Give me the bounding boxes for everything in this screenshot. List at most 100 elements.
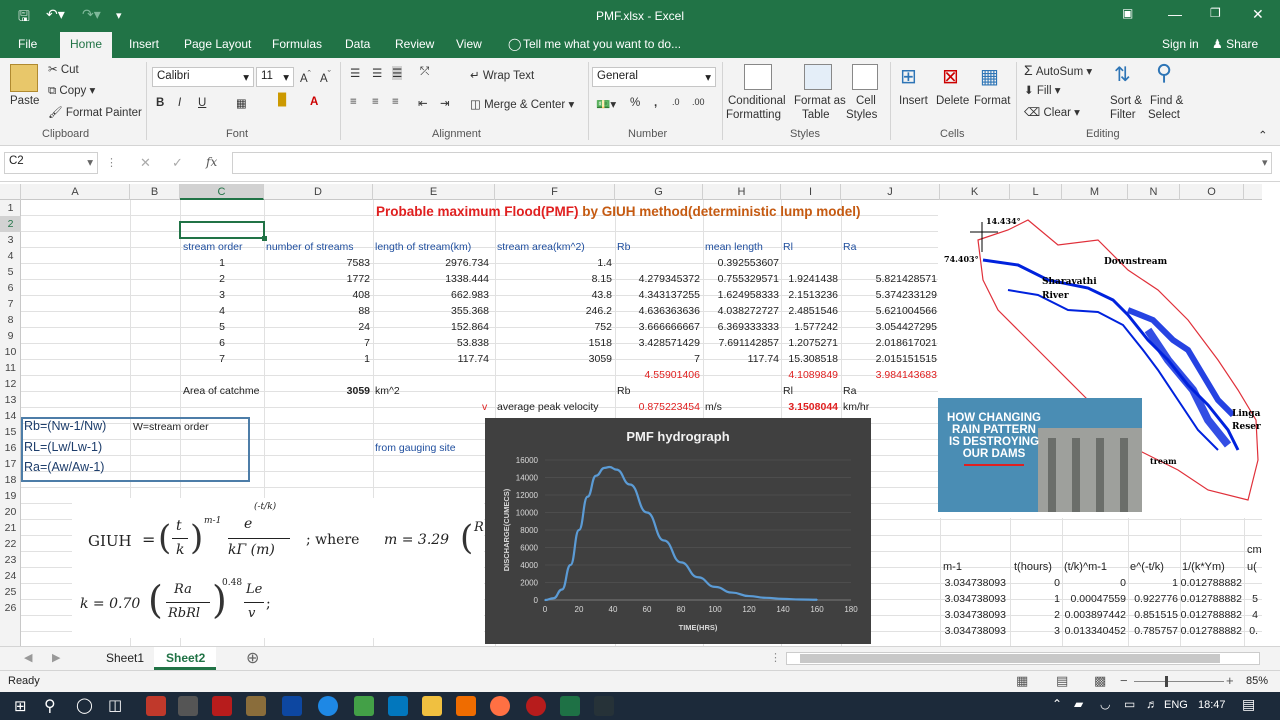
app-icon[interactable]	[526, 696, 546, 716]
hydrograph-cell[interactable]: 0.012788882	[1180, 591, 1242, 607]
hydrograph-cell[interactable]: 5	[1244, 591, 1258, 607]
row-header[interactable]: 19	[0, 488, 21, 504]
comma-icon[interactable]: ,	[654, 97, 657, 109]
hydrograph-cell[interactable]: 0.	[1244, 623, 1258, 639]
row-header[interactable]: 23	[0, 552, 21, 568]
tab-formulas[interactable]: Formulas	[272, 37, 322, 51]
table-cell[interactable]	[781, 255, 838, 271]
row-header[interactable]: 20	[0, 504, 21, 520]
row-header[interactable]: 14	[0, 408, 21, 424]
scroll-right-icon[interactable]: ▶	[52, 651, 60, 664]
network-icon[interactable]: ▰	[1074, 697, 1083, 711]
app-icon[interactable]	[594, 696, 614, 716]
table-cell[interactable]: 2.018617021	[841, 335, 937, 351]
table-cell[interactable]: 4	[180, 303, 264, 319]
bottom-align-icon[interactable]: ☰	[392, 66, 403, 80]
zoom-out-icon[interactable]: −	[1120, 673, 1128, 688]
row-header[interactable]: 3	[0, 232, 21, 248]
decrease-decimal-icon[interactable]: .00	[692, 97, 705, 107]
table-cell[interactable]: 3059	[495, 351, 612, 367]
table-cell[interactable]: 4.636363636	[615, 303, 700, 319]
table-cell[interactable]: 1.9241438	[781, 271, 838, 287]
cell-styles-button[interactable]: Cell	[856, 95, 876, 107]
firefox-icon[interactable]	[490, 696, 510, 716]
table-cell[interactable]: 1	[264, 351, 370, 367]
increase-decimal-icon[interactable]: .0	[672, 97, 680, 107]
vlc-icon[interactable]	[456, 696, 476, 716]
tab-file[interactable]: File	[18, 37, 37, 51]
italic-icon[interactable]: I	[178, 97, 181, 109]
table-cell[interactable]: 5.621004566	[841, 303, 937, 319]
font-color-icon[interactable]: A	[310, 96, 318, 108]
hydrograph-cell[interactable]: 0.012788882	[1180, 607, 1242, 623]
select-all-corner[interactable]	[0, 184, 21, 200]
table-cell[interactable]: 117.74	[703, 351, 779, 367]
row-header[interactable]: 12	[0, 376, 21, 392]
tab-insert[interactable]: Insert	[129, 37, 159, 51]
table-cell[interactable]: 1.624958333	[703, 287, 779, 303]
paste-icon[interactable]	[10, 64, 38, 92]
notifications-icon[interactable]: ▤	[1242, 696, 1255, 713]
table-cell[interactable]: 24	[264, 319, 370, 335]
hydrograph-cell[interactable]: 3.034738093	[940, 623, 1006, 639]
table-cell[interactable]: 5.374233129	[841, 287, 937, 303]
accounting-icon[interactable]: 💵▾	[596, 97, 616, 111]
name-box[interactable]: C2 ▾	[4, 152, 98, 174]
column-header[interactable]: I	[781, 184, 841, 200]
minimize-icon[interactable]: —	[1168, 6, 1182, 22]
table-cell[interactable]: 88	[264, 303, 370, 319]
hydrograph-cell[interactable]: 3.034738093	[940, 607, 1006, 623]
zoom-slider[interactable]	[1134, 681, 1224, 682]
column-header[interactable]: H	[703, 184, 781, 200]
clear-button[interactable]: ⌫ Clear ▾	[1024, 105, 1080, 119]
table-cell[interactable]	[615, 255, 700, 271]
app-icon[interactable]	[212, 696, 232, 716]
cancel-icon[interactable]: ✕	[140, 155, 151, 171]
table-cell[interactable]: 1.2075271	[781, 335, 838, 351]
table-cell[interactable]: 2976.734	[373, 255, 489, 271]
row-header[interactable]: 26	[0, 600, 21, 616]
app-icon[interactable]	[146, 696, 166, 716]
borders-icon[interactable]: ▦	[236, 96, 247, 110]
column-header[interactable]: J	[841, 184, 940, 200]
row-header[interactable]: 25	[0, 584, 21, 600]
expand-formula-bar-icon[interactable]: ▾	[1262, 156, 1268, 169]
cut-button[interactable]: ✂ Cut	[48, 62, 79, 76]
hydrograph-cell[interactable]: 0.003897442	[1062, 607, 1126, 623]
column-header[interactable]: C	[180, 184, 264, 200]
increase-indent-icon[interactable]: ⇥	[440, 96, 450, 110]
windows-start-icon[interactable]: ⊞	[14, 697, 27, 715]
table-cell[interactable]: 3.054427295	[841, 319, 937, 335]
zoom-slider-thumb[interactable]	[1165, 676, 1168, 687]
collapse-ribbon-icon[interactable]: ⌃	[1258, 128, 1268, 142]
font-name-select[interactable]: Calibri ▾	[152, 67, 254, 87]
pmf-hydrograph-chart[interactable]: PMF hydrograph 0 2000 4000 6000 8000 10000 1200…	[485, 418, 871, 644]
hydrograph-cell[interactable]: 0.012788882	[1180, 623, 1242, 639]
app-icon[interactable]	[354, 696, 374, 716]
column-header[interactable]: F	[495, 184, 615, 200]
tab-home[interactable]: Home	[60, 32, 113, 58]
table-cell[interactable]: 7	[180, 351, 264, 367]
row-header[interactable]: 15	[0, 424, 21, 440]
table-cell[interactable]: 3.666666667	[615, 319, 700, 335]
normal-view-icon[interactable]: ▦	[1016, 673, 1028, 689]
hydrograph-cell[interactable]: 3.034738093	[940, 575, 1006, 591]
table-cell[interactable]: 4.038272727	[703, 303, 779, 319]
add-sheet-icon[interactable]: ⊕	[246, 648, 259, 668]
underline-icon[interactable]: U	[198, 97, 206, 109]
copy-button[interactable]: ⧉ Copy ▾	[48, 83, 95, 98]
row-header[interactable]: 11	[0, 360, 21, 376]
table-cell[interactable]: 1.577242	[781, 319, 838, 335]
hydrograph-cell[interactable]: 4	[1244, 607, 1258, 623]
row-header[interactable]: 5	[0, 264, 21, 280]
row-header[interactable]: 24	[0, 568, 21, 584]
insert-function-icon[interactable]: fx	[206, 155, 217, 169]
autosum-button[interactable]: Σ AutoSum ▾	[1024, 62, 1092, 78]
decrease-indent-icon[interactable]: ⇤	[418, 96, 428, 110]
cortana-icon[interactable]: ◯	[76, 696, 93, 714]
hydrograph-cell[interactable]: 0	[1010, 575, 1060, 591]
table-cell[interactable]: 0.392553607	[703, 255, 779, 271]
hydrograph-cell[interactable]: 0.013340452	[1062, 623, 1126, 639]
row-header[interactable]: 13	[0, 392, 21, 408]
table-cell[interactable]: 2	[180, 271, 264, 287]
